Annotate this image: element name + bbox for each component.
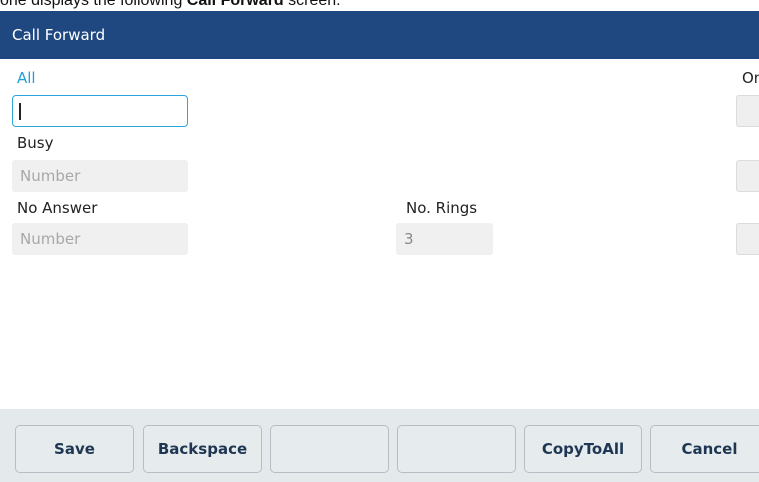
save-softkey[interactable]: Save [15,425,134,473]
blank-softkey-1[interactable] [270,425,389,473]
busy-number-input[interactable]: Number [12,160,188,192]
softkey-bar: Save Backspace CopyToAll Cancel [0,409,759,482]
cancel-softkey[interactable]: Cancel [650,425,759,473]
no-answer-toggle-box[interactable] [736,223,759,255]
no-answer-number-input[interactable]: Number [12,223,188,255]
document-caption: one displays the following Call Forward … [0,0,759,9]
copytoall-softkey[interactable]: CopyToAll [524,425,642,473]
no-rings-input[interactable]: 3 [396,223,493,255]
busy-label: Busy [17,134,54,152]
backspace-softkey[interactable]: Backspace [143,425,262,473]
busy-toggle-box[interactable] [736,160,759,192]
phone-screen: Call Forward All Busy Number No Answer N… [0,11,759,482]
caption-suffix: screen. [283,0,341,9]
caption-bold: Call Forward [186,0,284,9]
all-toggle-box[interactable] [736,95,759,127]
no-rings-label: No. Rings [406,199,478,217]
on-label: On [742,69,759,87]
all-label: All [17,69,36,87]
text-caret [19,103,21,120]
all-number-input[interactable] [12,95,188,127]
caption-prefix: one displays the following [0,0,187,9]
blank-softkey-2[interactable] [397,425,516,473]
screen-title: Call Forward [0,11,759,59]
no-answer-label: No Answer [17,199,98,217]
